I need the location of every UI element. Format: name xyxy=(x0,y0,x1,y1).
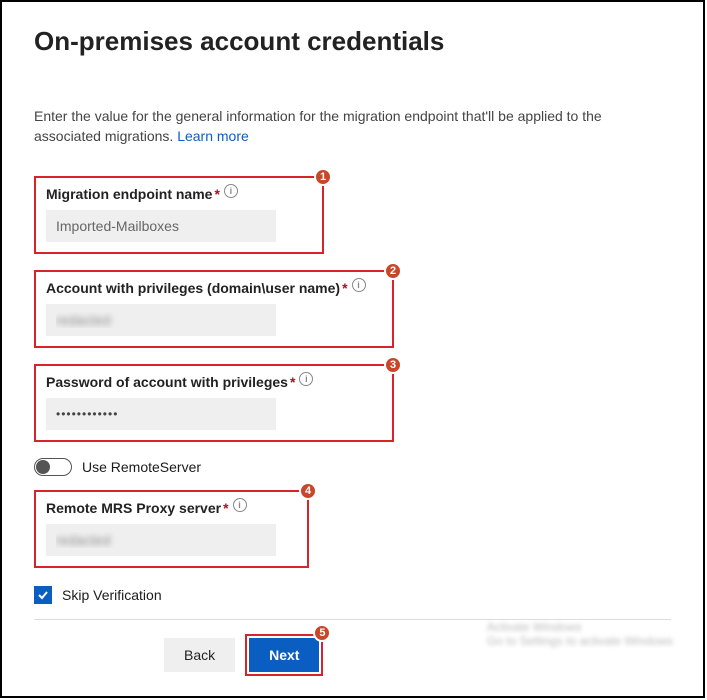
step-badge-5: 5 xyxy=(313,624,331,642)
toggle-knob xyxy=(36,460,50,474)
intro-text: Enter the value for the general informat… xyxy=(34,107,671,146)
skip-verification-row: Skip Verification xyxy=(34,586,671,604)
password-label: Password of account with privileges xyxy=(46,374,288,390)
info-icon[interactable]: i xyxy=(352,278,366,292)
page-title: On-premises account credentials xyxy=(34,26,671,57)
info-icon[interactable]: i xyxy=(224,184,238,198)
password-group: 3 Password of account with privileges * … xyxy=(34,364,394,442)
learn-more-link[interactable]: Learn more xyxy=(177,128,249,144)
dialog-frame: On-premises account credentials Enter th… xyxy=(0,0,705,698)
footer: Back 5 Next Activate WindowsGo to Settin… xyxy=(2,619,703,676)
endpoint-name-group: 1 Migration endpoint name * i xyxy=(34,176,324,254)
use-remoteserver-label: Use RemoteServer xyxy=(82,459,201,475)
use-remoteserver-toggle[interactable] xyxy=(34,458,72,476)
endpoint-name-label: Migration endpoint name xyxy=(46,186,212,202)
required-asterisk: * xyxy=(214,186,219,202)
password-input[interactable] xyxy=(46,398,276,430)
step-badge-2: 2 xyxy=(384,262,402,280)
step-badge-3: 3 xyxy=(384,356,402,374)
account-group: 2 Account with privileges (domain\user n… xyxy=(34,270,394,348)
required-asterisk: * xyxy=(290,374,295,390)
skip-verification-checkbox[interactable] xyxy=(34,586,52,604)
proxy-label: Remote MRS Proxy server xyxy=(46,500,221,516)
step-badge-4: 4 xyxy=(299,482,317,500)
watermark-ghost: Activate WindowsGo to Settings to activa… xyxy=(487,620,673,648)
endpoint-name-input[interactable] xyxy=(46,210,276,242)
intro-copy: Enter the value for the general informat… xyxy=(34,108,602,144)
step-badge-1: 1 xyxy=(314,168,332,186)
account-label: Account with privileges (domain\user nam… xyxy=(46,280,340,296)
required-asterisk: * xyxy=(223,500,228,516)
proxy-input[interactable] xyxy=(46,524,276,556)
back-button[interactable]: Back xyxy=(164,638,235,672)
use-remoteserver-row: Use RemoteServer xyxy=(34,458,671,476)
proxy-group: 4 Remote MRS Proxy server * i xyxy=(34,490,309,568)
skip-verification-label: Skip Verification xyxy=(62,587,162,603)
button-row: Back 5 Next xyxy=(164,634,444,676)
info-icon[interactable]: i xyxy=(233,498,247,512)
account-input[interactable] xyxy=(46,304,276,336)
next-button-highlight: 5 Next xyxy=(245,634,323,676)
next-button[interactable]: Next xyxy=(249,638,319,672)
info-icon[interactable]: i xyxy=(299,372,313,386)
required-asterisk: * xyxy=(342,280,347,296)
